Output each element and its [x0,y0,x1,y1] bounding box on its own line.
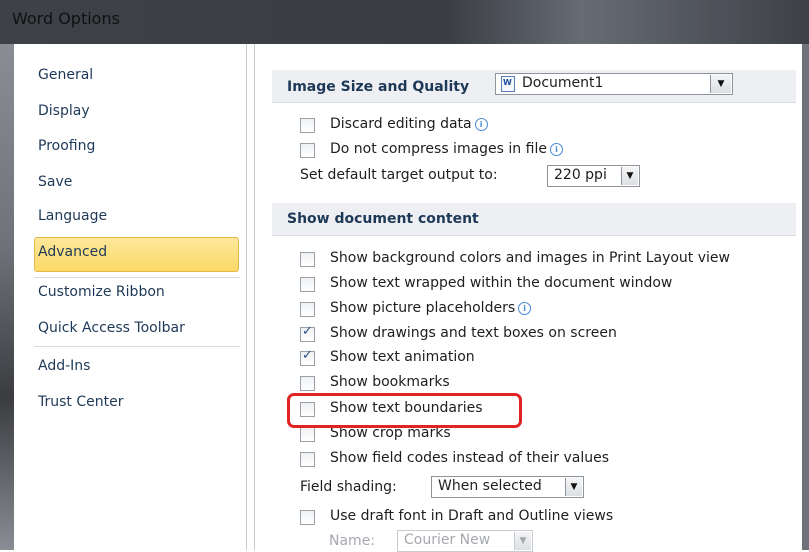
window-frame-left [0,44,14,550]
field-shading-select[interactable]: When selected ▼ [431,476,584,498]
category-nav: General Display Proofing Save Language A… [14,44,247,550]
show-background-label: Show background colors and images in Pri… [330,250,730,266]
info-icon[interactable]: i [518,302,532,315]
image-size-section-title: Image Size and Quality [287,79,470,95]
chevron-down-icon[interactable]: ▼ [514,532,531,550]
window-frame-right [801,44,809,550]
draft-font-label: Use draft font in Draft and Outline view… [330,508,614,524]
nav-item-quick-access-toolbar[interactable]: Quick Access Toolbar [38,320,185,336]
show-field-codes-label: Show field codes instead of their values [330,450,610,466]
discard-editing-checkbox[interactable] [300,118,315,133]
nav-item-save[interactable]: Save [38,174,72,190]
window-title: Word Options [12,9,120,28]
target-output-value: 220 ppi [554,167,607,183]
target-output-select[interactable]: 220 ppi ▼ [547,165,640,187]
document-select[interactable]: W Document1 ▼ [495,73,733,95]
nav-item-language[interactable]: Language [38,208,107,224]
show-text-animation-checkbox[interactable]: ✓ [300,348,315,366]
nav-item-general[interactable]: General [38,67,93,83]
draft-font-checkbox[interactable] [300,510,315,525]
field-shading-label: Field shading: [300,479,397,495]
nav-divider [34,277,240,278]
word-document-icon: W [501,76,515,92]
show-bookmarks-label: Show bookmarks [330,374,450,390]
show-picture-placeholders-label: Show picture placeholders i [330,300,532,316]
discard-editing-label: Discard editing data i [330,116,488,132]
chevron-down-icon[interactable]: ▼ [621,167,638,185]
nav-item-add-ins[interactable]: Add-Ins [38,358,90,374]
highlight-annotation [287,393,522,428]
nav-item-customize-ribbon[interactable]: Customize Ribbon [38,284,165,300]
show-field-codes-checkbox[interactable] [300,452,315,467]
document-select-value: Document1 [522,75,604,91]
info-icon[interactable]: i [474,118,488,131]
show-drawings-checkbox[interactable]: ✓ [300,324,315,342]
draft-font-name-value: Courier New [404,532,491,548]
nav-item-display[interactable]: Display [38,103,90,119]
nav-item-proofing[interactable]: Proofing [38,138,95,154]
checkmark-icon: ✓ [302,324,313,339]
show-background-checkbox[interactable] [300,252,315,267]
nav-item-advanced[interactable]: Advanced [38,244,107,260]
info-icon[interactable]: i [549,143,563,156]
show-text-wrapped-label: Show text wrapped within the document wi… [330,275,673,291]
draft-font-name-select[interactable]: Courier New ▼ [397,530,533,552]
no-compress-checkbox[interactable] [300,143,315,158]
document-content-section-title: Show document content [287,211,479,227]
field-shading-value: When selected [438,478,542,494]
show-text-animation-label: Show text animation [330,349,475,365]
title-bar: Word Options [0,0,809,44]
chevron-down-icon[interactable]: ▼ [710,75,731,93]
checkmark-icon: ✓ [302,348,313,363]
show-picture-placeholders-checkbox[interactable] [300,302,315,317]
show-text-wrapped-checkbox[interactable] [300,277,315,292]
show-bookmarks-checkbox[interactable] [300,376,315,391]
draft-font-name-label: Name: [329,533,376,549]
no-compress-label: Do not compress images in file i [330,141,563,157]
target-output-label: Set default target output to: [300,167,498,183]
nav-item-trust-center[interactable]: Trust Center [38,394,123,410]
show-crop-marks-checkbox[interactable] [300,427,315,442]
chevron-down-icon[interactable]: ▼ [565,478,582,496]
nav-divider [34,346,240,347]
show-drawings-label: Show drawings and text boxes on screen [330,325,617,341]
